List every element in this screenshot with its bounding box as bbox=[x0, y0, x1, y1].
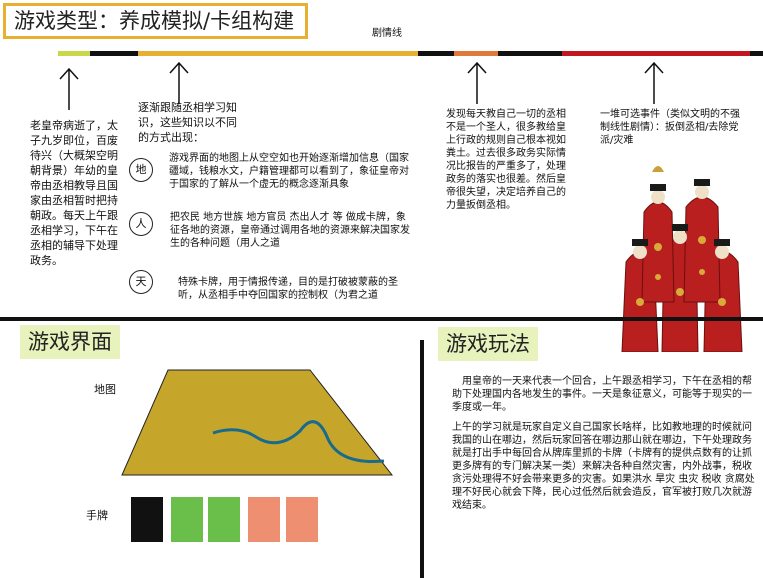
timeline-segment-red bbox=[562, 51, 750, 56]
up-arrow-icon bbox=[467, 61, 487, 104]
story-note-3: 发现每天教自己一切的丞相不是一个圣人，很多教给皇上行政的规则自己根本视如粪土。过… bbox=[446, 109, 566, 211]
up-arrow-icon bbox=[59, 67, 79, 110]
knowledge-heaven-text: 特殊卡牌，用于情报传递，目的是打破被蒙蔽的圣听，从丞相手中夺回国家的控制权（为君… bbox=[178, 277, 398, 301]
symbol-people: 人 bbox=[129, 212, 153, 236]
map-label: 地图 bbox=[94, 383, 116, 396]
interface-section-heading: 游戏界面 bbox=[20, 325, 120, 359]
hand-card[interactable] bbox=[171, 497, 203, 542]
symbol-heaven: 天 bbox=[129, 270, 153, 294]
timeline-segment-black bbox=[90, 51, 138, 56]
gameplay-paragraph-2: 上午的学习就是玩家自定义自己国家长啥样，比如教地理的时候就问我国的山在哪边，然后… bbox=[452, 422, 755, 511]
symbol-earth: 地 bbox=[129, 158, 153, 182]
story-note-1: 老皇帝病逝了，太子九岁即位，百废待兴（大概架空明朝背景）年幼的皇帝由丞相教导且国… bbox=[30, 119, 118, 267]
timeline-segment-orange bbox=[454, 51, 498, 56]
hand-card[interactable] bbox=[131, 497, 163, 542]
timeline-segment-black bbox=[750, 51, 763, 56]
section-divider-vertical bbox=[420, 340, 424, 578]
hand-card[interactable] bbox=[248, 497, 280, 542]
story-note-2: 逐渐跟随丞相学习知识，这些知识以不同的方式出现： bbox=[138, 101, 237, 144]
timeline-segment-black bbox=[498, 51, 562, 56]
page-title: 游戏类型：养成模拟/卡组构建 bbox=[3, 3, 308, 39]
section-divider-horizontal bbox=[0, 317, 763, 321]
hand-card[interactable] bbox=[208, 497, 240, 542]
hand-card[interactable] bbox=[286, 497, 318, 542]
gameplay-section-heading: 游戏玩法 bbox=[438, 327, 538, 361]
timeline-label: 剧情线 bbox=[372, 28, 402, 39]
knowledge-earth-text: 游戏界面的地图上从空空如也开始逐渐增加信息（国家疆域，钱粮水文，户籍管理都可以看… bbox=[169, 153, 409, 190]
timeline-segment-yellow bbox=[138, 51, 418, 56]
officials-portrait-image bbox=[621, 166, 743, 352]
story-note-4: 一堆可选事件（类似文明的不强制线性剧情）：扳倒丞相/去除党派/灾难 bbox=[600, 109, 740, 146]
up-arrow-icon bbox=[644, 61, 664, 104]
knowledge-people-text: 把农民 地方世族 地方官员 杰出人才 等 做成卡牌，象征各地的资源，皇帝通过调用… bbox=[170, 212, 410, 249]
timeline-segment-lime bbox=[58, 51, 90, 56]
gameplay-paragraph-1: 用皇帝的一天来代表一个回合，上午跟丞相学习，下午在丞相的帮助下处理国内各地发生的… bbox=[452, 376, 752, 413]
hand-label: 手牌 bbox=[86, 509, 108, 522]
map-illustration bbox=[121, 369, 394, 476]
timeline-segment-black bbox=[418, 51, 454, 56]
